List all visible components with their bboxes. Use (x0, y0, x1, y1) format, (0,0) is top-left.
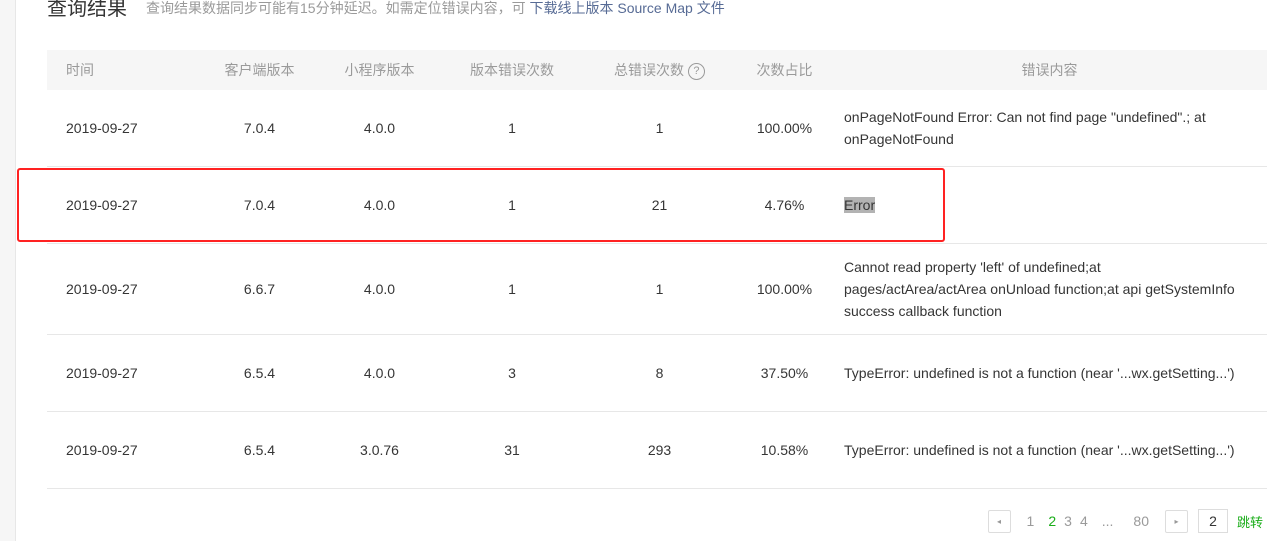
col-time: 时间 (47, 50, 202, 90)
page-ellipsis: ... (1101, 513, 1114, 529)
pagination: ◂ 1 2 3 4... 80 ▸ 2 跳转 (987, 509, 1263, 533)
col-total-errors-label: 总错误次数 (614, 62, 685, 78)
table-row: 2019-09-27 7.0.4 4.0.0 1 1 100.00% onPageNotFo… (47, 90, 1267, 167)
cell-mini-version: 4.0.0 (317, 334, 442, 412)
cell-ratio: 100.00% (737, 243, 832, 335)
highlight-box (17, 168, 945, 242)
section-title: 查询结果 (47, 0, 127, 20)
cell-mini-version: 4.0.0 (317, 90, 442, 167)
cell-version-errors: 3 (442, 334, 582, 412)
page-3[interactable]: 3 (1064, 513, 1072, 529)
cell-total-errors: 293 (582, 411, 737, 489)
table-header: 时间 客户端版本 小程序版本 版本错误次数 总错误次数 ? 次数占比 错误内容 (47, 50, 1267, 90)
col-mini-version: 小程序版本 (317, 50, 442, 90)
col-total-errors: 总错误次数 ? (582, 50, 737, 90)
col-content: 错误内容 (832, 50, 1267, 90)
cell-total-errors: 1 (582, 243, 737, 335)
cell-time: 2019-09-27 (47, 334, 202, 412)
go-button[interactable]: 跳转 (1237, 512, 1263, 531)
cell-client-version: 6.5.4 (202, 411, 317, 489)
cell-ratio: 37.50% (737, 334, 832, 412)
description-text: 查询结果数据同步可能有15分钟延迟。如需定位错误内容，可 (146, 0, 530, 16)
cell-version-errors: 1 (442, 243, 582, 335)
cell-content: onPageNotFound Error: Can not find page … (832, 90, 1267, 167)
next-page-button[interactable]: ▸ (1164, 509, 1188, 533)
cell-content: Cannot read property 'left' of undefined… (832, 243, 1267, 335)
cell-ratio: 10.58% (737, 411, 832, 489)
cell-mini-version: 3.0.76 (317, 411, 442, 489)
help-icon[interactable]: ? (687, 62, 705, 80)
cell-time: 2019-09-27 (47, 411, 202, 489)
cell-total-errors: 1 (582, 90, 737, 167)
col-ratio: 次数占比 (737, 50, 832, 90)
prev-page-button[interactable]: ◂ (987, 509, 1011, 533)
cell-client-version: 6.6.7 (202, 243, 317, 335)
page-2[interactable]: 2 (1048, 513, 1056, 529)
cell-mini-version: 4.0.0 (317, 243, 442, 335)
cell-time: 2019-09-27 (47, 90, 202, 167)
cell-total-errors: 8 (582, 334, 737, 412)
error-table: 时间 客户端版本 小程序版本 版本错误次数 总错误次数 ? 次数占比 错误内容 … (47, 50, 1267, 489)
table-row: 2019-09-27 6.6.7 4.0.0 1 1 100.00% Cannot read… (47, 243, 1267, 335)
section-description: 查询结果数据同步可能有15分钟延迟。如需定位错误内容，可 下载线上版本 Sour… (146, 0, 725, 18)
table-row: 2019-09-27 6.5.4 4.0.0 3 8 37.50% TypeError: u… (47, 334, 1267, 412)
cell-content: TypeError: undefined is not a function (… (832, 411, 1267, 489)
page-input[interactable]: 2 (1197, 509, 1228, 533)
col-client-version: 客户端版本 (202, 50, 317, 90)
page-4[interactable]: 4 (1080, 513, 1088, 529)
table-row: 2019-09-27 6.5.4 3.0.76 31 293 10.58% TypeErro… (47, 411, 1267, 489)
cell-content: TypeError: undefined is not a function (… (832, 334, 1267, 412)
cell-version-errors: 1 (442, 90, 582, 167)
cell-version-errors: 31 (442, 411, 582, 489)
left-panel (0, 0, 16, 541)
col-version-errors: 版本错误次数 (442, 50, 582, 90)
cell-client-version: 6.5.4 (202, 334, 317, 412)
download-sourcemap-link[interactable]: 下载线上版本 Source Map 文件 (529, 0, 724, 16)
page-80[interactable]: 80 (1133, 513, 1149, 529)
page-1[interactable]: 1 (1027, 513, 1035, 529)
cell-time: 2019-09-27 (47, 243, 202, 335)
cell-client-version: 7.0.4 (202, 90, 317, 167)
cell-ratio: 100.00% (737, 90, 832, 167)
